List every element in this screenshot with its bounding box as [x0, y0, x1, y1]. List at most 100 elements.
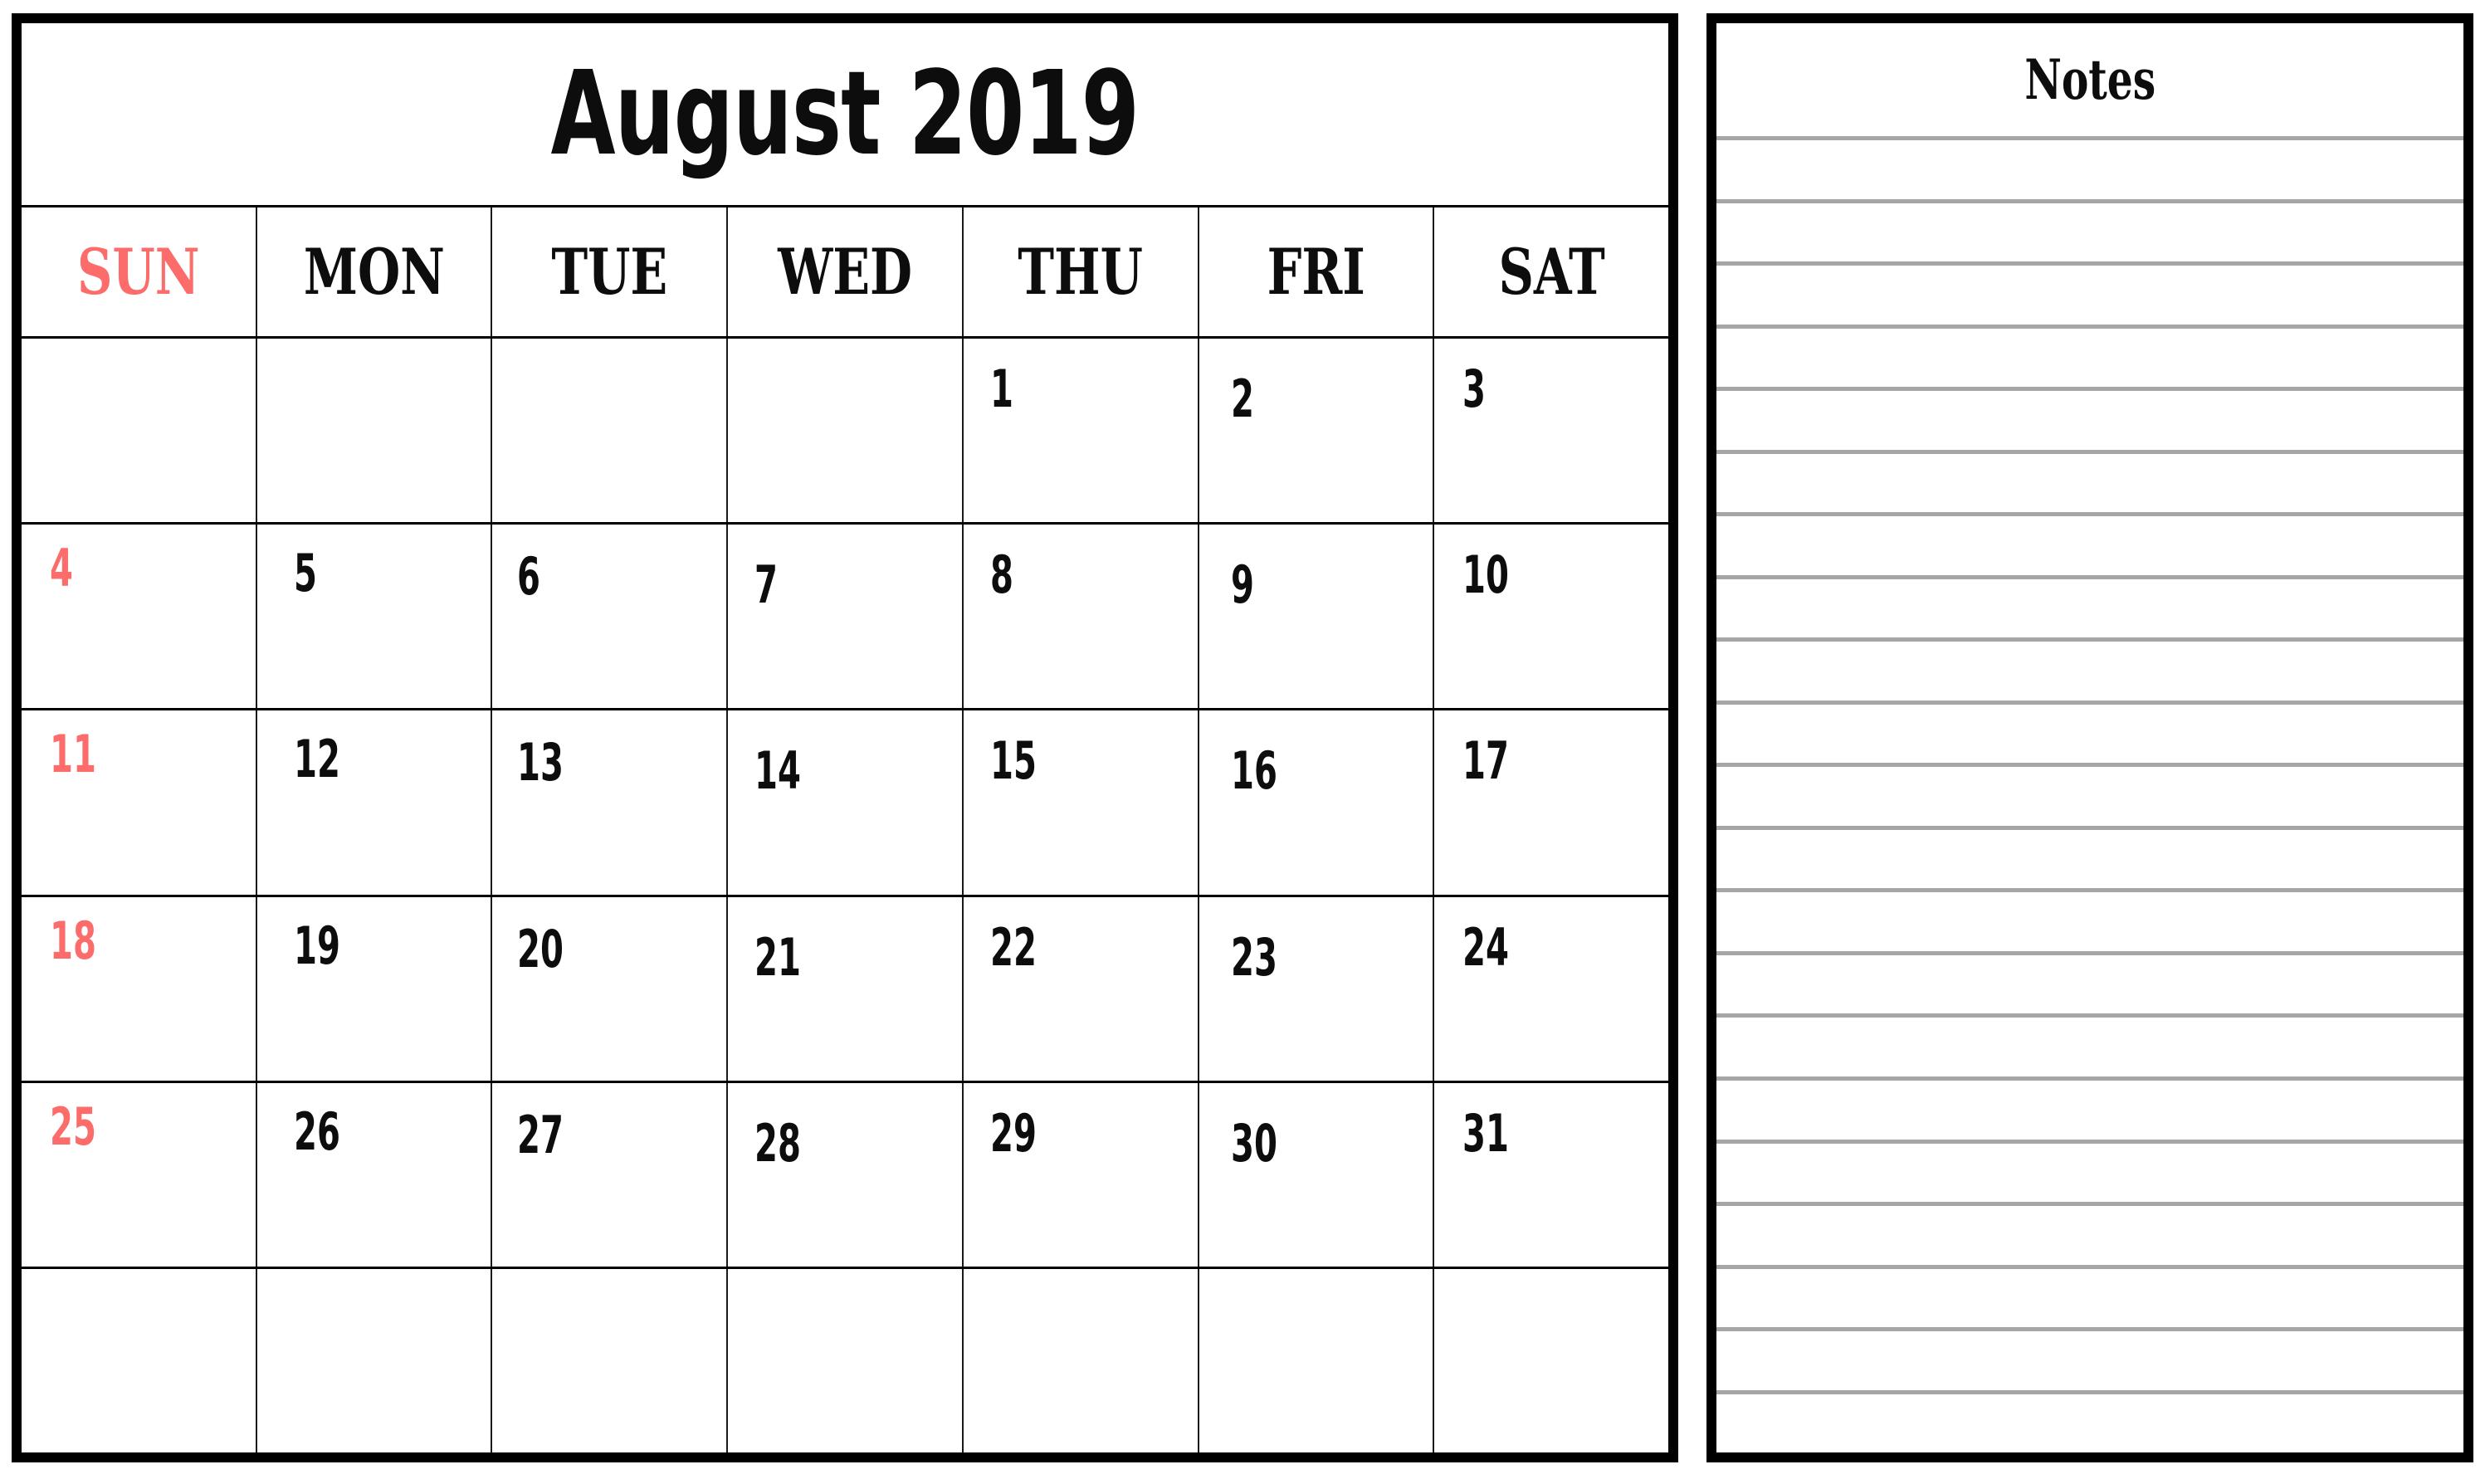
calendar-day-cell[interactable]: 3	[1434, 339, 1669, 523]
calendar-day-cell[interactable]: 26	[256, 1082, 493, 1267]
note-line[interactable]	[1716, 700, 2463, 764]
note-line[interactable]	[1716, 136, 2463, 199]
calendar-day-cell[interactable]: 13	[492, 710, 729, 895]
note-line[interactable]	[1716, 449, 2463, 513]
calendar-day-cell[interactable]: 20	[492, 896, 729, 1081]
calendar-day-cell[interactable]: 31	[1434, 1082, 1669, 1267]
calendar-day-cell[interactable]: 14	[728, 710, 964, 895]
calendar-day-cell[interactable]	[22, 339, 257, 523]
note-line[interactable]	[1716, 387, 2463, 450]
calendar-day-cell[interactable]: 17	[1434, 710, 1669, 895]
note-line[interactable]	[1716, 1327, 2463, 1390]
calendar-week-rows: 1 2 3 4 5 6 7 8 9 10 11 12 13 14 15 16 17 18 19 20 21 22 23 24 2…	[22, 339, 1669, 1453]
calendar-day-cell[interactable]	[963, 1268, 1199, 1453]
calendar-day-cell[interactable]	[22, 1268, 257, 1453]
day-number: 8	[989, 544, 1013, 606]
calendar-day-cell[interactable]: 5	[256, 525, 493, 709]
note-line[interactable]	[1716, 512, 2463, 575]
calendar-day-cell[interactable]: 6	[492, 525, 729, 709]
day-number: 27	[517, 1104, 564, 1165]
day-number: 24	[1462, 916, 1510, 978]
calendar-day-cell[interactable]: 23	[1199, 896, 1435, 1081]
note-line[interactable]	[1716, 950, 2463, 1014]
note-line[interactable]	[1716, 637, 2463, 701]
day-number: 18	[50, 910, 96, 971]
note-line[interactable]	[1716, 324, 2463, 388]
calendar-day-cell[interactable]: 27	[492, 1082, 729, 1267]
note-line[interactable]	[1716, 198, 2463, 262]
calendar-day-cell[interactable]	[256, 1268, 493, 1453]
day-number: 26	[293, 1101, 340, 1162]
day-number: 1	[989, 359, 1013, 419]
calendar-day-cell[interactable]	[728, 1268, 964, 1453]
note-line[interactable]	[1716, 763, 2463, 826]
calendar-day-cell[interactable]: 8	[963, 525, 1199, 709]
day-number: 9	[1230, 554, 1254, 616]
calendar-day-cell[interactable]: 29	[963, 1082, 1199, 1267]
calendar-day-cell[interactable]	[1434, 1268, 1669, 1453]
calendar-day-cell[interactable]: 19	[256, 896, 493, 1081]
note-line[interactable]	[1716, 261, 2463, 325]
calendar-day-cell[interactable]: 18	[22, 896, 257, 1081]
calendar-day-cell[interactable]	[492, 339, 729, 523]
day-number: 5	[293, 543, 317, 604]
note-line[interactable]	[1716, 825, 2463, 889]
calendar-day-cell[interactable]: 4	[22, 525, 257, 709]
weekday-header-tue: TUE	[492, 207, 729, 336]
day-number: 16	[1230, 740, 1277, 802]
day-number: 28	[754, 1112, 802, 1174]
calendar-day-cell[interactable]: 7	[728, 525, 964, 709]
calendar-day-cell[interactable]: 1	[963, 339, 1199, 523]
note-line[interactable]	[1716, 1013, 2463, 1076]
day-number: 30	[1230, 1112, 1277, 1174]
calendar-week-row: 25 26 27 28 29 30 31	[22, 1082, 1669, 1269]
weekday-label: SUN	[77, 234, 200, 309]
calendar-day-cell[interactable]	[492, 1268, 729, 1453]
day-number: 4	[50, 538, 73, 599]
calendar-day-cell[interactable]	[728, 339, 964, 523]
calendar-day-cell[interactable]	[1199, 1268, 1435, 1453]
calendar-title-bar: August 2019	[22, 23, 1668, 207]
calendar-day-cell[interactable]: 11	[22, 710, 257, 895]
note-line[interactable]	[1716, 888, 2463, 951]
calendar-day-cell[interactable]: 25	[22, 1082, 257, 1267]
calendar-week-row: 4 5 6 7 8 9 10	[22, 525, 1669, 711]
weekday-header-thu: THU	[963, 207, 1199, 336]
calendar-day-cell[interactable]: 2	[1199, 339, 1435, 523]
weekday-header-sat: SAT	[1434, 207, 1669, 336]
day-number: 15	[989, 730, 1037, 792]
weekday-label: MON	[303, 234, 445, 309]
weekday-header-mon: MON	[256, 207, 493, 336]
notes-lines-area[interactable]	[1716, 136, 2463, 1452]
weekday-label: THU	[1018, 234, 1144, 309]
calendar-day-cell[interactable]: 21	[728, 896, 964, 1081]
day-number: 29	[989, 1102, 1037, 1164]
note-line[interactable]	[1716, 1076, 2463, 1140]
calendar-day-cell[interactable]: 15	[963, 710, 1199, 895]
calendar-day-cell[interactable]: 12	[256, 710, 493, 895]
day-number: 31	[1462, 1102, 1510, 1164]
calendar-day-cell[interactable]: 22	[963, 896, 1199, 1081]
calendar-day-cell[interactable]: 30	[1199, 1082, 1435, 1267]
day-number: 7	[754, 554, 779, 616]
weekday-header-wed: WED	[728, 207, 964, 336]
calendar-day-cell[interactable]: 10	[1434, 525, 1669, 709]
calendar-day-cell[interactable]: 24	[1434, 896, 1669, 1081]
note-line[interactable]	[1716, 574, 2463, 638]
calendar-day-cell[interactable]: 16	[1199, 710, 1435, 895]
day-number: 23	[1230, 926, 1277, 988]
notes-title: Notes	[2024, 47, 2156, 112]
day-number: 21	[754, 926, 802, 988]
notes-header: Notes	[1716, 23, 2463, 136]
note-line[interactable]	[1716, 1139, 2463, 1203]
calendar-day-cell[interactable]: 9	[1199, 525, 1435, 709]
note-line[interactable]	[1716, 1202, 2463, 1265]
weekday-header-row: SUN MON TUE WED THU FRI SAT	[22, 207, 1669, 339]
day-number: 19	[293, 915, 340, 976]
day-number: 3	[1462, 359, 1487, 419]
calendar-day-cell[interactable]: 28	[728, 1082, 964, 1267]
note-line[interactable]	[1716, 1389, 2463, 1453]
note-line[interactable]	[1716, 1264, 2463, 1328]
weekday-label: TUE	[551, 234, 668, 309]
calendar-day-cell[interactable]	[256, 339, 493, 523]
